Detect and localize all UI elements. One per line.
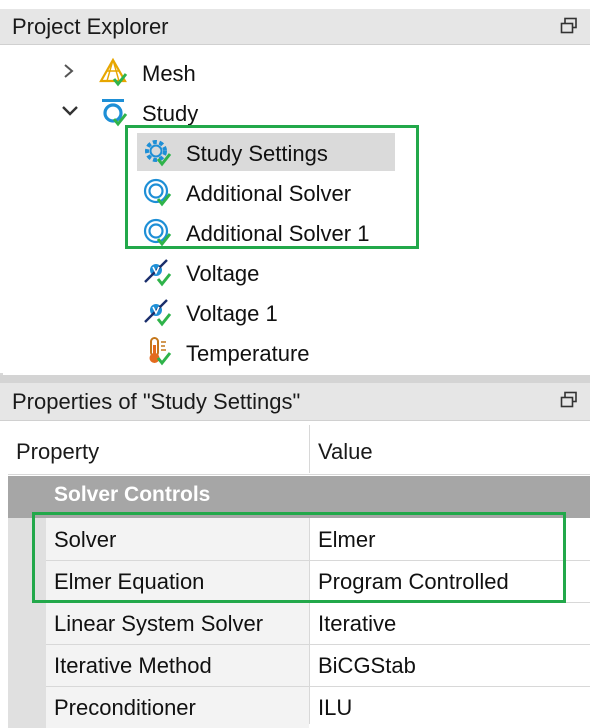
tree-item-temperature[interactable]: Temperature bbox=[140, 335, 360, 371]
annotation-highlight-box bbox=[32, 512, 566, 603]
divider bbox=[8, 474, 590, 475]
tree-item-label: Voltage 1 bbox=[186, 301, 278, 326]
study-icon bbox=[102, 99, 128, 127]
tree-item-label: Temperature bbox=[186, 341, 310, 366]
column-header-property[interactable]: Property bbox=[8, 425, 310, 473]
divider bbox=[46, 686, 590, 687]
splitter[interactable] bbox=[0, 375, 590, 383]
column-header-value[interactable]: Value bbox=[310, 425, 590, 473]
tree-item-label: Mesh bbox=[142, 61, 196, 86]
table-row[interactable]: Preconditioner ILU bbox=[8, 686, 590, 728]
panel-title: Properties of "Study Settings" bbox=[12, 389, 301, 414]
chevron-right-icon[interactable] bbox=[60, 61, 78, 87]
tree-item-label: Voltage bbox=[186, 261, 260, 286]
chevron-down-icon[interactable] bbox=[60, 101, 80, 127]
table-row[interactable]: Linear System Solver Iterative bbox=[8, 602, 590, 644]
tree-item-voltage[interactable]: Voltage bbox=[140, 255, 340, 291]
table-row[interactable]: Iterative Method BiCGStab bbox=[8, 644, 590, 686]
voltage-icon bbox=[144, 299, 172, 327]
restore-window-icon[interactable] bbox=[560, 391, 578, 409]
restore-window-icon[interactable] bbox=[560, 17, 578, 35]
tree-item-voltage-1[interactable]: Voltage 1 bbox=[140, 295, 340, 331]
property-name: Iterative Method bbox=[54, 653, 212, 678]
group-label: Solver Controls bbox=[54, 483, 211, 506]
divider bbox=[46, 644, 590, 645]
divider bbox=[309, 425, 310, 473]
property-value: BiCGStab bbox=[318, 653, 416, 678]
property-value: Iterative bbox=[318, 611, 397, 636]
panel-title: Project Explorer bbox=[12, 14, 169, 39]
project-explorer-header: Project Explorer bbox=[0, 9, 590, 45]
property-name: Linear System Solver bbox=[54, 611, 264, 636]
voltage-icon bbox=[144, 259, 172, 287]
tree-item-label: Study bbox=[142, 101, 199, 126]
annotation-highlight-box bbox=[125, 125, 419, 249]
mesh-icon bbox=[99, 57, 128, 87]
tree-item-mesh[interactable]: Mesh bbox=[60, 55, 360, 91]
properties-header: Properties of "Study Settings" bbox=[0, 383, 590, 421]
temperature-icon bbox=[149, 337, 172, 366]
property-name: Preconditioner bbox=[54, 695, 196, 720]
property-value: ILU bbox=[318, 695, 353, 720]
